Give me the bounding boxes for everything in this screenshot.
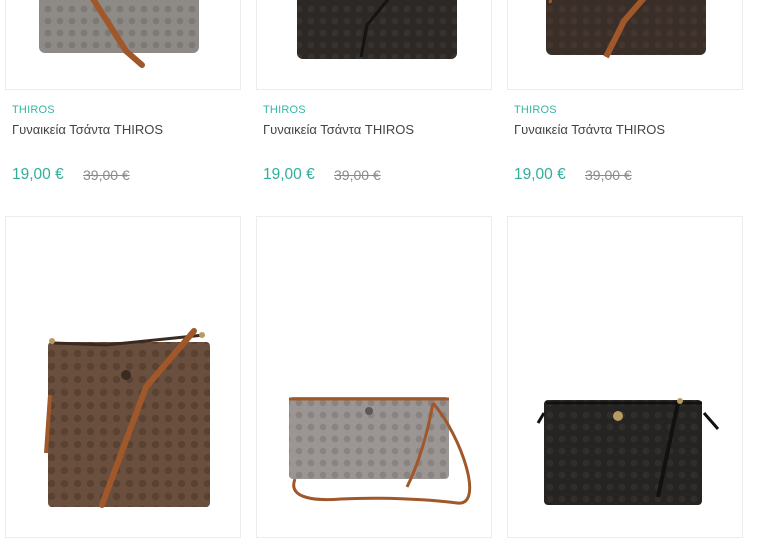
product-image[interactable] bbox=[256, 216, 492, 538]
product-image[interactable] bbox=[507, 0, 743, 90]
product-brand[interactable]: THIROS bbox=[12, 104, 55, 116]
product-image[interactable] bbox=[507, 216, 743, 538]
sale-price: 19,00 € bbox=[514, 166, 566, 183]
original-price: 39,00 € bbox=[334, 167, 381, 183]
product-image[interactable] bbox=[5, 0, 241, 90]
original-price: 39,00 € bbox=[585, 167, 632, 183]
product-image[interactable] bbox=[256, 0, 492, 90]
product-name[interactable]: Γυναικεία Τσάντα THIROS bbox=[263, 122, 414, 137]
product-name[interactable]: Γυναικεία Τσάντα THIROS bbox=[514, 122, 665, 137]
product-name[interactable]: Γυναικεία Τσάντα THIROS bbox=[12, 122, 163, 137]
product-brand[interactable]: THIROS bbox=[514, 104, 557, 116]
product-brand[interactable]: THIROS bbox=[263, 104, 306, 116]
sale-price: 19,00 € bbox=[12, 166, 64, 183]
sale-price: 19,00 € bbox=[263, 166, 315, 183]
original-price: 39,00 € bbox=[83, 167, 130, 183]
product-image[interactable] bbox=[5, 216, 241, 538]
